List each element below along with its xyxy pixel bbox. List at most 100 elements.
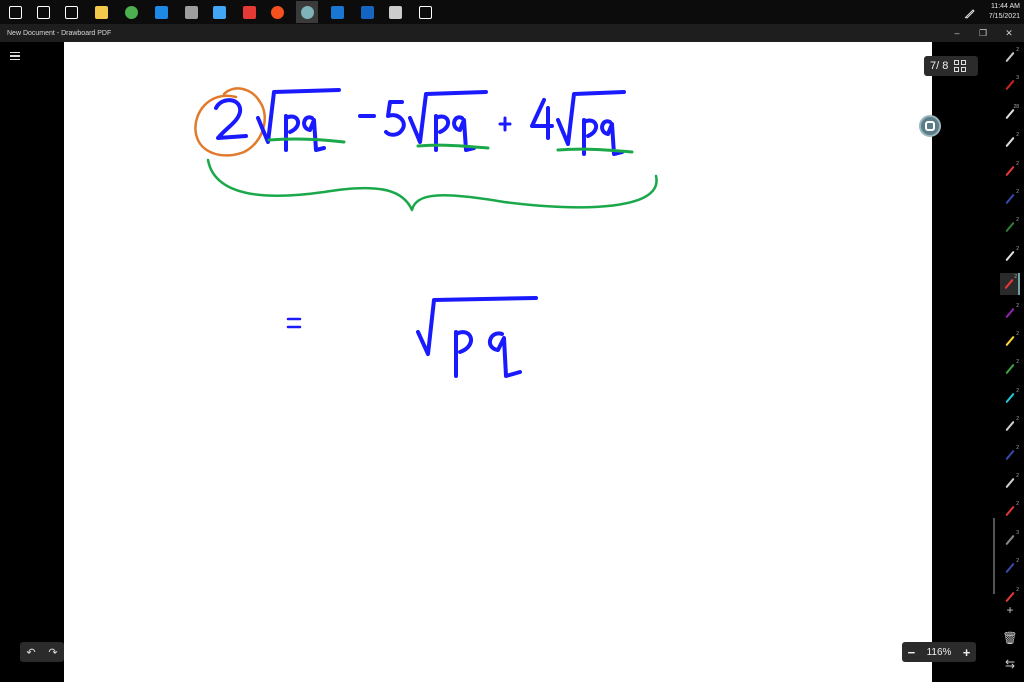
pen-icon (1005, 250, 1015, 262)
pen-tool-14[interactable]: 2 (1000, 415, 1020, 437)
pen-size-label: 2 (1016, 359, 1019, 366)
plus-stroke (498, 116, 512, 132)
pen-size-label: 3 (1016, 529, 1019, 536)
blue-app-icon-glyph (330, 5, 344, 19)
toolbar-scrollbar[interactable] (993, 518, 995, 594)
app-window-icon[interactable] (180, 1, 202, 23)
pen-icon (1005, 534, 1015, 546)
pen-tool-12[interactable]: 2 (1000, 358, 1020, 380)
close-button[interactable]: ✕ (994, 24, 1024, 42)
pen-icon (1005, 591, 1015, 602)
pen-size-label: 2 (1016, 501, 1019, 508)
settings-gear-icon-glyph (418, 5, 432, 19)
pen-tool-6[interactable]: 2 (1000, 188, 1020, 210)
chrome-icon[interactable] (120, 1, 142, 23)
pen-size-label: 2 (1016, 444, 1019, 451)
app-window-icon-glyph (184, 5, 198, 19)
pen-icon (1005, 420, 1015, 432)
outlook-icon[interactable] (150, 1, 172, 23)
drawboard-icon[interactable] (296, 1, 318, 23)
acrobat-icon-glyph (242, 5, 256, 19)
pen-tool-17[interactable]: 2 (1000, 500, 1020, 522)
pen-tray-icon[interactable] (964, 6, 976, 19)
pen-tool-19[interactable]: 2 (1000, 557, 1020, 579)
add-tool-button[interactable]: + (1003, 603, 1017, 617)
pen-size-label: 2 (1016, 416, 1019, 423)
task-view-icon[interactable] (60, 1, 82, 23)
mail-icon[interactable] (356, 1, 378, 23)
pen-tool-11[interactable]: 2 (1000, 330, 1020, 352)
pen-size-label: 2 (1016, 302, 1019, 309)
pen-tool-16[interactable]: 2 (1000, 472, 1020, 494)
pen-icon (1005, 506, 1015, 517)
pen-tool-2[interactable]: 3 (1000, 74, 1020, 96)
pen-tool-10[interactable]: 2 (1000, 302, 1020, 324)
pen-tool-7[interactable]: 2 (1000, 216, 1020, 238)
acrobat-icon[interactable] (238, 1, 260, 23)
underline-1-stroke (267, 137, 346, 144)
pen-icon (1005, 449, 1015, 460)
pen-size-label: 2 (1016, 47, 1019, 53)
file-explorer-icon-glyph (94, 5, 108, 19)
pen-icon (1005, 392, 1015, 404)
pen-size-label: 3 (1016, 75, 1019, 82)
pq-4-stroke (454, 330, 522, 378)
pen-icon (1005, 80, 1015, 91)
pen-size-label: 2 (1016, 558, 1019, 565)
pen-tool-13[interactable]: 2 (1000, 387, 1020, 409)
zoom-out-button[interactable]: − (908, 645, 916, 660)
ubuntu-icon[interactable] (266, 1, 288, 23)
pen-tool-1[interactable]: 2 (1000, 46, 1020, 68)
pen-icon (1005, 477, 1015, 489)
delete-icon[interactable]: 🗑 (1002, 631, 1017, 645)
underline-2-stroke (416, 143, 490, 150)
radial-nav-icon[interactable] (919, 115, 941, 137)
pen-size-label: 28 (1013, 103, 1019, 110)
pen-tool-18[interactable]: 3 (1000, 529, 1020, 551)
pen-tool-8[interactable]: 2 (1000, 245, 1020, 267)
pen-icon (1005, 193, 1015, 205)
paint-icon-glyph (388, 5, 402, 19)
pen-icon (1005, 335, 1015, 347)
search-icon[interactable] (32, 1, 54, 23)
clock-time: 11:44 AM (990, 3, 1020, 10)
zoom-controls: − 116% + (902, 642, 976, 662)
pq-1-stroke (284, 114, 326, 152)
hamburger-menu-icon[interactable] (6, 48, 24, 64)
document-canvas[interactable] (64, 42, 932, 682)
pen-size-label: 2 (1016, 331, 1019, 337)
zoom-in-button[interactable]: + (963, 645, 971, 660)
pen-size-label: 2 (1016, 245, 1019, 252)
pen-tool-9[interactable]: 2 (1000, 273, 1020, 296)
chrome-icon-glyph (124, 5, 138, 19)
blue-app-icon[interactable] (326, 1, 348, 23)
search-icon-glyph (36, 5, 50, 19)
pen-tool-3[interactable]: 28 (1000, 103, 1020, 125)
undo-button[interactable]: ↶ (26, 646, 35, 659)
mail-icon-glyph (360, 5, 374, 19)
remote-desktop-icon[interactable] (208, 1, 230, 23)
pen-size-label: 2 (1016, 217, 1019, 224)
radical-2-stroke (408, 90, 488, 144)
paint-icon[interactable] (384, 1, 406, 23)
remote-desktop-icon-glyph (212, 5, 226, 19)
system-clock[interactable]: 11:44 AM 7/15/2021 (989, 2, 1020, 22)
file-explorer-icon[interactable] (90, 1, 112, 23)
zoom-level: 116% (926, 646, 952, 658)
settings-gear-icon[interactable] (414, 1, 436, 23)
windows-start-icon[interactable] (4, 1, 26, 23)
drawboard-icon-glyph (300, 5, 314, 19)
radical-4-stroke (416, 296, 538, 356)
pen-size-label: 2 (1016, 473, 1019, 479)
pen-tool-4[interactable]: 2 (1000, 131, 1020, 153)
brace-stroke (206, 158, 658, 212)
pen-tool-5[interactable]: 2 (1000, 160, 1020, 182)
page-indicator[interactable]: 7/ 8 (924, 56, 978, 76)
pen-icon (1005, 562, 1015, 574)
window-title: New Document - Drawboard PDF (7, 29, 112, 37)
pen-size-label: 2 (1016, 387, 1019, 394)
pen-tool-15[interactable]: 2 (1000, 444, 1020, 466)
redo-button[interactable]: ↷ (48, 646, 57, 659)
swap-icon[interactable]: ⇆ (1003, 657, 1017, 671)
page-grid-icon[interactable] (954, 60, 967, 72)
